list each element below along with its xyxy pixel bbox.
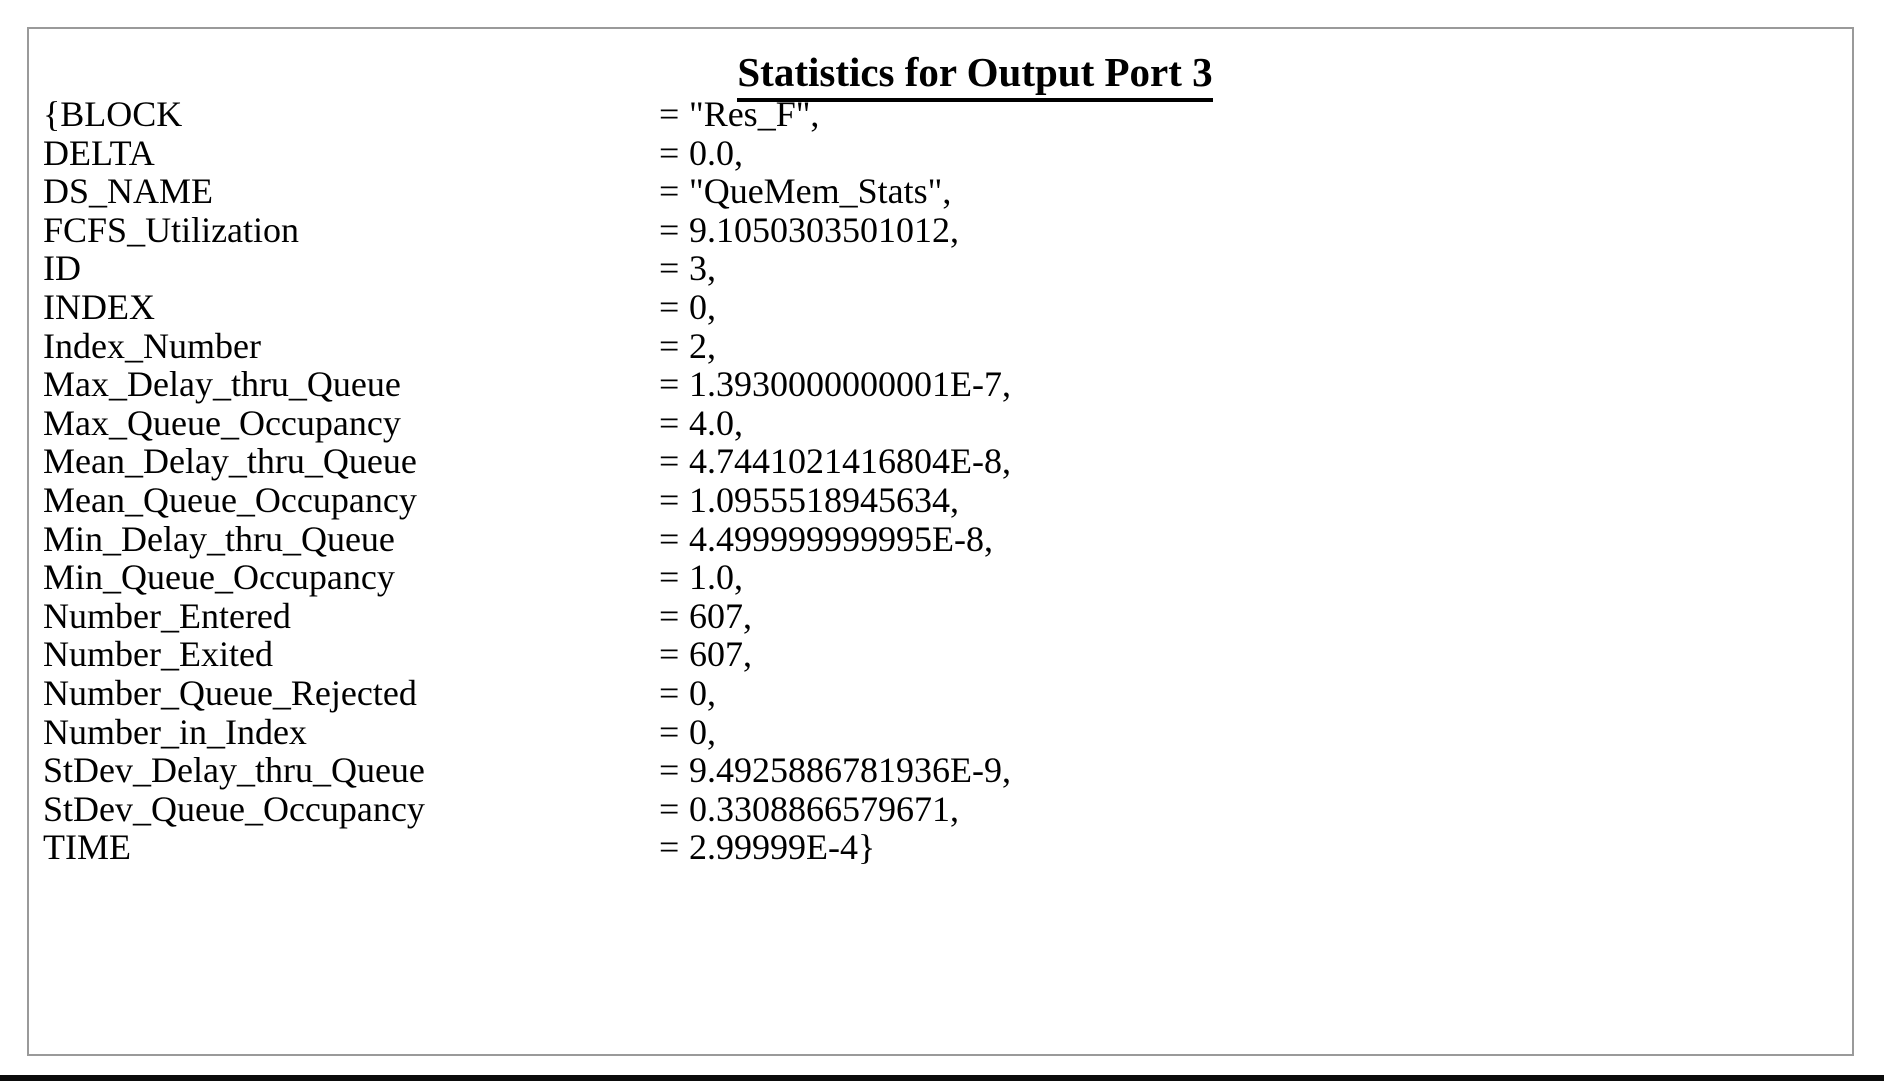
stat-key: Max_Delay_thru_Queue xyxy=(43,364,401,405)
stat-equals-sign: = xyxy=(659,518,680,559)
stat-value: 4.0, xyxy=(689,402,743,443)
stat-value: "Res_F", xyxy=(689,94,820,134)
stat-row: {BLOCK = "Res_F", xyxy=(29,95,1852,134)
stat-key: Max_Queue_Occupancy xyxy=(43,402,401,443)
stat-row: Max_Queue_Occupancy = 4.0, xyxy=(29,404,1852,443)
stat-key: Min_Queue_Occupancy xyxy=(43,557,395,598)
stat-equals-sign: = xyxy=(659,286,680,327)
stat-key: FCFS_Utilization xyxy=(43,209,300,250)
page-canvas: Statistics for Output Port 3 {BLOCK = "Res… xyxy=(0,0,1884,1081)
stat-equals-sign: = xyxy=(659,94,680,134)
stat-equals-sign: = xyxy=(659,788,680,829)
stat-row: DELTA = 0.0, xyxy=(29,132,1852,173)
stat-row: Number_Entered = 607, xyxy=(29,597,1852,636)
stat-key: StDev_Delay_thru_Queue xyxy=(43,750,425,791)
stat-equals-sign: = xyxy=(659,171,680,212)
stat-key: Min_Delay_thru_Queue xyxy=(43,518,395,559)
stat-key: Mean_Queue_Occupancy xyxy=(43,479,417,520)
stat-key: Index_Number xyxy=(43,325,261,366)
stat-row: Number_Exited = 607, xyxy=(29,635,1852,674)
stat-key: Number_in_Index xyxy=(43,711,307,752)
stat-value: 0, xyxy=(689,672,716,713)
stat-row: Index_Number = 2, xyxy=(29,325,1852,366)
stat-key: StDev_Queue_Occupancy xyxy=(43,788,425,829)
stat-row: Mean_Queue_Occupancy = 1.0955518945634, xyxy=(29,481,1852,520)
stat-key: Number_Entered xyxy=(43,595,291,636)
stat-value: "QueMem_Stats", xyxy=(689,171,952,212)
stat-key: TIME xyxy=(43,827,131,868)
stat-equals-sign: = xyxy=(659,595,680,636)
stat-row: Min_Delay_thru_Queue = 4.499999999995E-8, xyxy=(29,518,1852,559)
stat-row: INDEX = 0, xyxy=(29,288,1852,327)
stat-value: 9.1050303501012, xyxy=(689,209,959,250)
stat-equals-sign: = xyxy=(659,364,680,405)
stat-value: 607, xyxy=(689,595,752,636)
stat-equals-sign: = xyxy=(659,750,680,791)
stat-value: 0, xyxy=(689,711,716,752)
stat-equals-sign: = xyxy=(659,248,680,289)
stat-value: 1.0, xyxy=(689,557,743,598)
stat-key: ID xyxy=(43,248,81,289)
statistics-list: {BLOCK = "Res_F", DELTA = 0.0, DS_NAME = "QueMem… xyxy=(29,95,1852,867)
stat-key: {BLOCK xyxy=(43,94,183,134)
stat-equals-sign: = xyxy=(659,325,680,366)
stat-equals-sign: = xyxy=(659,557,680,598)
stat-key: DELTA xyxy=(43,132,155,173)
stat-row: Number_in_Index = 0, xyxy=(29,711,1852,752)
stat-row: Number_Queue_Rejected = 0, xyxy=(29,674,1852,713)
stat-key: DS_NAME xyxy=(43,171,214,212)
stat-value: 4.499999999995E-8, xyxy=(689,518,993,559)
stat-key: INDEX xyxy=(43,286,155,327)
stat-key: Mean_Delay_thru_Queue xyxy=(43,441,417,482)
bottom-edge-strip xyxy=(0,1075,1884,1081)
stat-row: DS_NAME = "QueMem_Stats", xyxy=(29,172,1852,211)
stat-value: 3, xyxy=(689,248,716,289)
stat-value: 4.7441021416804E-8, xyxy=(689,441,1011,482)
stat-equals-sign: = xyxy=(659,402,680,443)
stat-equals-sign: = xyxy=(659,132,680,173)
stat-row: Mean_Delay_thru_Queue = 4.7441021416804E-8… xyxy=(29,442,1852,481)
stat-equals-sign: = xyxy=(659,672,680,713)
stat-value: 0.3308866579671, xyxy=(689,788,959,829)
stat-value: 607, xyxy=(689,634,752,675)
stat-value: 2, xyxy=(689,325,716,366)
stat-row: StDev_Delay_thru_Queue = 9.4925886781936E-… xyxy=(29,751,1852,790)
stat-equals-sign: = xyxy=(659,827,680,868)
stat-key: Number_Queue_Rejected xyxy=(43,672,417,713)
stat-value: 1.0955518945634, xyxy=(689,479,959,520)
statistics-panel: Statistics for Output Port 3 {BLOCK = "Res… xyxy=(27,27,1854,1056)
stat-equals-sign: = xyxy=(659,441,680,482)
stat-value: 1.3930000000001E-7, xyxy=(689,364,1011,405)
stat-value: 0, xyxy=(689,286,716,327)
stat-value: 9.4925886781936E-9, xyxy=(689,750,1011,791)
stat-row: Min_Queue_Occupancy = 1.0, xyxy=(29,558,1852,597)
stat-equals-sign: = xyxy=(659,479,680,520)
stat-equals-sign: = xyxy=(659,634,680,675)
stat-row: FCFS_Utilization = 9.1050303501012, xyxy=(29,211,1852,250)
stat-row: ID = 3, xyxy=(29,249,1852,288)
stat-key: Number_Exited xyxy=(43,634,273,675)
stat-value: 2.99999E-4} xyxy=(689,827,876,868)
stat-row: TIME = 2.99999E-4} xyxy=(29,828,1852,867)
stat-value: 0.0, xyxy=(689,132,743,173)
stat-equals-sign: = xyxy=(659,711,680,752)
stat-equals-sign: = xyxy=(659,209,680,250)
stat-row: StDev_Queue_Occupancy = 0.3308866579671, xyxy=(29,790,1852,829)
stat-row: Max_Delay_thru_Queue = 1.3930000000001E-7, xyxy=(29,365,1852,404)
